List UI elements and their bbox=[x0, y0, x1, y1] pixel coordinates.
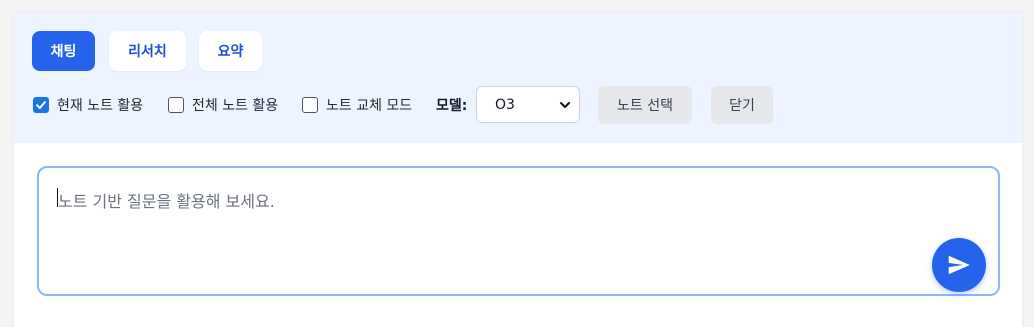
current-note-option[interactable]: 현재 노트 활용 bbox=[33, 95, 143, 115]
select-note-button[interactable]: 노트 선택 bbox=[598, 86, 692, 124]
model-select[interactable]: O3 bbox=[476, 86, 580, 123]
tab-summary-label: 요약 bbox=[217, 44, 244, 60]
chat-panel: 채팅 리서치 요약 현재 노트 활용 전체 노트 활용 노트 교체 모드 모델: bbox=[14, 13, 1022, 327]
all-notes-label: 전체 노트 활용 bbox=[192, 98, 279, 114]
chevron-down-icon bbox=[560, 101, 570, 108]
note-swap-option[interactable]: 노트 교체 모드 bbox=[302, 95, 412, 115]
tab-research-label: 리서치 bbox=[128, 44, 167, 60]
select-note-label: 노트 선택 bbox=[617, 98, 673, 114]
question-input[interactable]: 노트 기반 질문을 활용해 보세요. bbox=[37, 166, 1000, 296]
model-label: 모델: bbox=[436, 98, 468, 114]
tab-chat-label: 채팅 bbox=[50, 44, 77, 60]
model-select-value: O3 bbox=[495, 96, 515, 113]
question-placeholder: 노트 기반 질문을 활용해 보세요. bbox=[58, 192, 275, 211]
send-button[interactable] bbox=[932, 238, 986, 292]
tab-research[interactable]: 리서치 bbox=[109, 31, 186, 71]
check-icon bbox=[36, 101, 46, 109]
note-swap-checkbox[interactable] bbox=[302, 97, 318, 113]
all-notes-checkbox[interactable] bbox=[168, 97, 184, 113]
current-note-label: 현재 노트 활용 bbox=[57, 98, 144, 114]
note-swap-label: 노트 교체 모드 bbox=[326, 98, 413, 114]
toolbar: 채팅 리서치 요약 현재 노트 활용 전체 노트 활용 노트 교체 모드 모델: bbox=[14, 13, 1022, 143]
close-label: 닫기 bbox=[729, 98, 755, 114]
all-notes-option[interactable]: 전체 노트 활용 bbox=[168, 95, 278, 115]
tab-chat[interactable]: 채팅 bbox=[32, 31, 95, 71]
current-note-checkbox[interactable] bbox=[33, 97, 49, 113]
send-icon bbox=[948, 255, 970, 275]
tab-summary[interactable]: 요약 bbox=[199, 31, 262, 71]
close-button[interactable]: 닫기 bbox=[711, 86, 773, 124]
